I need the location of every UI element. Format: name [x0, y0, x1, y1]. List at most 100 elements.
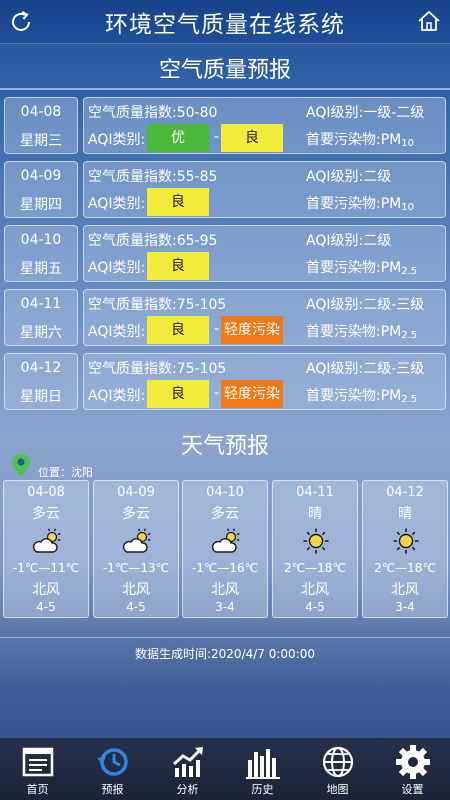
partly-cloudy-icon [211, 528, 240, 553]
aq-date-box: 04-12 星期日 [4, 353, 78, 410]
weather-card: 04-11 晴 2℃—18℃ 北风 4-5 [272, 480, 358, 618]
aq-date: 04-08 [20, 104, 62, 120]
badge-separator: - [214, 385, 220, 401]
badge-separator: - [214, 129, 220, 145]
home-icon[interactable] [417, 9, 441, 33]
aq-divider [0, 88, 450, 90]
weather-temperature: 2℃—18℃ [284, 561, 346, 575]
history-clock-icon [96, 748, 128, 776]
primary-pollutant: 首要污染物:PM2.5 [306, 257, 417, 277]
weather-date: 04-08 [27, 485, 65, 500]
aqi-index: 空气质量指数:65-95 [88, 233, 218, 249]
nav-label: 首页 [26, 783, 49, 796]
nav-item-forecast[interactable]: 预报 [75, 738, 150, 800]
aqi-category-badge: 轻度污染 [221, 316, 283, 344]
weather-date: 04-12 [386, 485, 424, 500]
weather-condition: 多云 [122, 506, 150, 522]
nav-item-history[interactable]: 历史 [225, 738, 300, 800]
sun-icon [393, 528, 419, 554]
title-bar: 环境空气质量在线系统 [0, 0, 450, 44]
sun-icon [303, 528, 329, 554]
nav-item-analysis[interactable]: 分析 [150, 738, 225, 800]
pollutant-label: 首要污染物:PM [306, 260, 402, 276]
aq-info-box: 空气质量指数:50-80 AQI级别:一级-二级 AQI类别: 优良 - 首要污… [83, 97, 446, 154]
nav-label: 分析 [176, 783, 199, 796]
pollutant-subscript: 2.5 [401, 394, 418, 405]
badge-separator: - [214, 321, 220, 337]
aq-forecast-title: 空气质量预报 [158, 58, 291, 83]
aq-date-box: 04-10 星期五 [4, 225, 78, 282]
aqi-category-badge: 良 [147, 316, 209, 344]
pollutant-subscript: 2.5 [401, 266, 418, 277]
aqi-level: AQI级别:二级-三级 [306, 297, 425, 313]
nav-label: 历史 [251, 783, 274, 796]
nav-item-home[interactable]: 首页 [0, 738, 75, 800]
nav-item-settings[interactable]: 设置 [375, 738, 450, 800]
aqi-level: AQI级别:二级 [306, 233, 392, 249]
aq-info-box: 空气质量指数:75-105 AQI级别:二级-三级 AQI类别: 良轻度污染 -… [83, 353, 446, 410]
generated-divider [0, 637, 450, 638]
partly-cloudy-icon [122, 528, 151, 553]
weather-condition: 多云 [32, 506, 60, 522]
partly-cloudy-icon [32, 528, 61, 553]
weather-wind-level: 4-5 [126, 600, 146, 614]
bar-chart-icon [245, 749, 280, 779]
weather-date: 04-09 [117, 485, 155, 500]
location-pin-icon [12, 454, 30, 477]
weather-card: 04-09 多云 -1℃—13℃ 北风 4-5 [93, 480, 179, 618]
weather-wind-direction: 北风 [211, 582, 239, 598]
aqi-category-badge: 良 [147, 252, 209, 280]
pollutant-label: 首要污染物:PM [306, 388, 402, 404]
weather-card: 04-08 多云 -1℃—11℃ 北风 4-5 [3, 480, 89, 618]
aqi-category-badge: 良 [221, 124, 283, 152]
aqi-category-label: AQI类别: [88, 388, 146, 404]
aq-weekday: 星期三 [20, 133, 62, 149]
aq-weekday: 星期日 [20, 389, 62, 405]
aq-row: 04-09 星期四 空气质量指数:55-85 AQI级别:二级 AQI类别: 良… [4, 161, 446, 218]
aq-date-box: 04-08 星期三 [4, 97, 78, 154]
weather-wind-direction: 北风 [122, 582, 150, 598]
aq-row: 04-10 星期五 空气质量指数:65-95 AQI级别:二级 AQI类别: 良… [4, 225, 446, 282]
aqi-index: 空气质量指数:75-105 [88, 297, 227, 313]
aqi-index: 空气质量指数:75-105 [88, 361, 227, 377]
weather-card: 04-12 晴 2℃—18℃ 北风 3-4 [362, 480, 448, 618]
aqi-category-label: AQI类别: [88, 196, 146, 212]
nav-item-map[interactable]: 地图 [300, 738, 375, 800]
primary-pollutant: 首要污染物:PM2.5 [306, 321, 417, 341]
nav-label: 预报 [101, 783, 124, 796]
primary-pollutant: 首要污染物:PM10 [306, 129, 414, 149]
weather-temperature: -1℃—16℃ [191, 561, 259, 575]
trend-chart-icon [172, 747, 203, 777]
aq-date: 04-12 [20, 360, 62, 376]
aq-date: 04-11 [20, 296, 62, 312]
refresh-icon[interactable] [8, 9, 34, 35]
aq-row: 04-08 星期三 空气质量指数:50-80 AQI级别:一级-二级 AQI类别… [4, 97, 446, 154]
aqi-category-label: AQI类别: [88, 132, 146, 148]
weather-temperature: -1℃—13℃ [102, 561, 170, 575]
bottom-nav: 首页 预报 分析 历史 地图 设置 [0, 738, 450, 800]
pollutant-label: 首要污染物:PM [306, 196, 402, 212]
pollutant-subscript: 2.5 [401, 330, 418, 341]
aqi-category-badge: 优 [147, 124, 209, 152]
weather-wind-level: 4-5 [36, 600, 56, 614]
weather-condition: 多云 [211, 506, 239, 522]
aqi-category-label: AQI类别: [88, 324, 146, 340]
aq-info-box: 空气质量指数:65-95 AQI级别:二级 AQI类别: 良 首要污染物:PM2… [83, 225, 446, 282]
aqi-index: 空气质量指数:50-80 [88, 105, 218, 121]
aqi-level: AQI级别:一级-二级 [306, 105, 425, 121]
aq-row: 04-11 星期六 空气质量指数:75-105 AQI级别:二级-三级 AQI类… [4, 289, 446, 346]
aq-date: 04-09 [20, 168, 62, 184]
aq-weekday: 星期六 [20, 325, 62, 341]
weather-card: 04-10 多云 -1℃—16℃ 北风 3-4 [182, 480, 268, 618]
weather-wind-level: 3-4 [215, 600, 235, 614]
weather-date: 04-11 [296, 485, 334, 500]
aq-weekday: 星期五 [20, 261, 62, 277]
data-generated-time: 数据生成时间:2020/4/7 0:00:00 [134, 647, 315, 661]
aq-info-box: 空气质量指数:75-105 AQI级别:二级-三级 AQI类别: 良轻度污染 -… [83, 289, 446, 346]
weather-wind-direction: 北风 [32, 582, 60, 598]
weather-wind-level: 3-4 [395, 600, 415, 614]
gear-icon [395, 745, 430, 779]
pollutant-label: 首要污染物:PM [306, 132, 402, 148]
weather-forecast-title: 天气预报 [180, 434, 269, 459]
nav-label: 地图 [326, 783, 349, 796]
